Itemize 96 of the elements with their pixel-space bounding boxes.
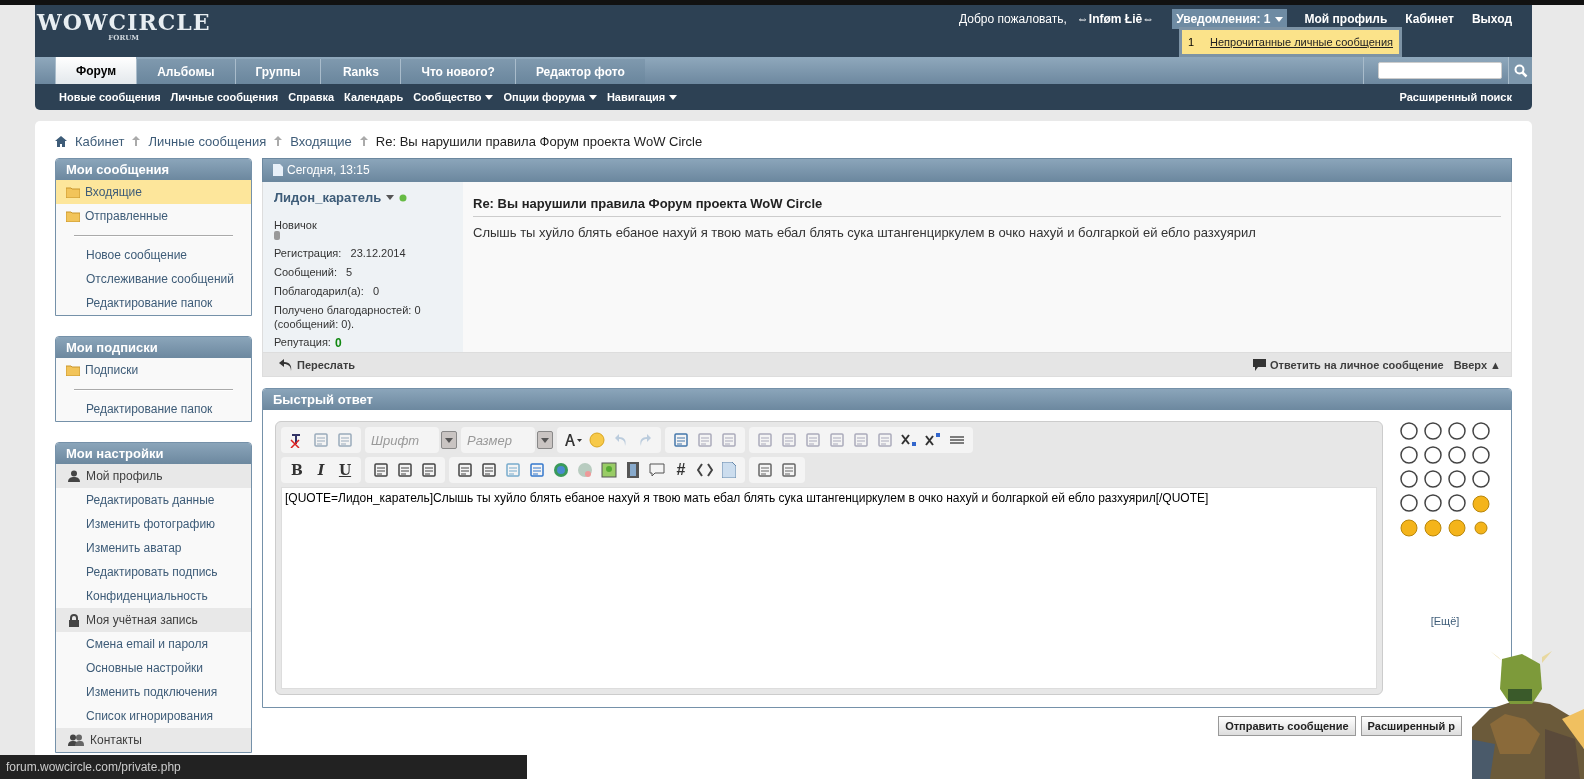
breadcrumb-link[interactable]: Личные сообщения <box>148 133 267 149</box>
sidebar-item[interactable]: Отслеживание сообщений <box>56 267 251 291</box>
folder-icon <box>66 186 80 198</box>
section-label: Контакты <box>90 733 142 747</box>
sidebar-item[interactable]: Изменить аватар <box>56 536 251 560</box>
hash-button[interactable]: # <box>671 460 691 480</box>
document-icon <box>273 164 283 176</box>
subnav-link[interactable]: Сообщество <box>413 91 494 103</box>
separator-icon <box>132 136 141 146</box>
rank-bar-icon <box>274 231 280 240</box>
caret-icon <box>541 437 549 443</box>
sidebar-item[interactable]: Редактировать данные <box>56 488 251 512</box>
post-date: Сегодня, 13:15 <box>287 163 370 177</box>
user-stat: Получено благодарностей: 0 (сообщений: 0). <box>274 303 422 331</box>
message-title: Re: Вы нарушили правила Форум проекта WoW Circle <box>473 196 1501 217</box>
sidebar-item[interactable]: Редактирование папок <box>56 397 251 421</box>
sidebar-item[interactable]: Входящие <box>56 180 251 204</box>
separator-icon <box>359 136 368 146</box>
sidebar-item[interactable]: Редактировать подпись <box>56 560 251 584</box>
message-field[interactable]: [QUOTE=Лидон_каратель]Слышь ты хуйло блять ебаное нахуй я твою мать ебал блять сука штангенциркулем в очко нахуй и болгаркой ей ебло разхуярил[/QUOTE] <box>281 487 1377 689</box>
caret-icon <box>1274 16 1283 22</box>
caret-icon <box>445 437 453 443</box>
quick-reply-title: Быстрый ответ <box>263 389 1511 410</box>
user-stat: Поблагодарил(а): 0 <box>274 284 381 298</box>
section-label: Моя учётная запись <box>86 613 198 627</box>
breadcrumb-link[interactable]: Кабинет <box>75 133 125 149</box>
sidebar-item[interactable]: Изменить подключения <box>56 680 251 704</box>
format-button[interactable]: I <box>311 460 331 480</box>
reputation-value: 0 <box>334 336 342 350</box>
search-button[interactable] <box>1508 57 1532 84</box>
section-label: Мой профиль <box>86 469 163 483</box>
sidebar-item[interactable]: Смена email и пароля <box>56 632 251 656</box>
logo[interactable]: WOWCIRCLE <box>37 11 211 33</box>
font-field[interactable]: Шрифт <box>365 427 439 453</box>
block-title: Мои подписки <box>56 337 251 358</box>
breadcrumb-link[interactable]: Входящие <box>290 133 352 149</box>
speech-bubble-icon <box>1253 358 1266 371</box>
sidebar-item[interactable]: Подписки <box>56 358 251 382</box>
search-icon <box>1513 63 1528 78</box>
user-stat: Сообщений: 5 <box>274 265 354 279</box>
subnav-link[interactable]: Опции форума <box>503 91 597 103</box>
header-link[interactable]: Выход <box>1471 12 1512 26</box>
sidebar-item[interactable]: Редактирование папок <box>56 291 251 315</box>
user-rank: Новичок <box>274 219 318 231</box>
sidebar-item[interactable]: Отправленные <box>56 204 251 228</box>
sidebar-item[interactable]: Основные настройки <box>56 656 251 680</box>
caret-icon <box>386 195 395 200</box>
status-bar: forum.wowcircle.com/private.php <box>0 755 527 779</box>
author-link[interactable]: Лидон_каратель <box>274 190 382 205</box>
advanced-search-link[interactable]: Расширенный поиск <box>1399 91 1512 103</box>
lock-icon <box>68 613 80 627</box>
submit-button[interactable]: Расширенный р <box>1360 716 1462 736</box>
notification-item[interactable]: 1 Непрочитанные личные сообщения <box>1181 30 1399 54</box>
font-dropdown-button[interactable] <box>441 431 457 449</box>
sidebar-item[interactable]: Конфиденциальность <box>56 584 251 608</box>
reply-link[interactable]: Ответить на личное сообщение <box>1253 358 1444 371</box>
forward-link[interactable]: Переслать <box>279 358 356 371</box>
format-button[interactable]: B <box>287 460 307 480</box>
users-icon <box>68 734 84 746</box>
username-link[interactable]: ⇔Inføm Łiĕ⇔ <box>1076 12 1155 26</box>
notifications-button[interactable]: Уведомления: 1 <box>1172 9 1287 29</box>
breadcrumb-current: Re: Вы нарушили правила Форум проекта WoW Circle <box>375 133 703 149</box>
caret-icon <box>669 94 678 100</box>
header-link[interactable]: Мой профиль <box>1304 12 1388 26</box>
caret-icon <box>485 94 494 100</box>
image-icon[interactable] <box>599 460 619 480</box>
subnav-link[interactable]: Личные сообщения <box>170 91 279 103</box>
user-icon <box>68 470 80 482</box>
sidebar-item[interactable]: Новое сообщение <box>56 243 251 267</box>
top-link[interactable]: Вверх ▲ <box>1453 358 1501 371</box>
subnav-link[interactable]: Справка <box>288 91 335 103</box>
more-smilies-link[interactable]: [Ещё] <box>1430 615 1460 627</box>
block-title: Мои настройки <box>56 443 251 464</box>
home-icon[interactable] <box>55 135 67 147</box>
forward-arrow-icon <box>279 358 293 371</box>
folder-icon <box>66 210 80 222</box>
sidebar-item[interactable]: Изменить фотографию <box>56 512 251 536</box>
welcome-text: Добро пожаловать, <box>959 12 1067 26</box>
reputation-label: Репутация: <box>274 336 331 350</box>
separator-icon <box>274 136 283 146</box>
subnav-link[interactable]: Новые сообщения <box>59 91 161 103</box>
header-link[interactable]: Кабинет <box>1405 12 1454 26</box>
size-dropdown-button[interactable] <box>537 431 553 449</box>
search-field[interactable] <box>1378 62 1502 79</box>
subnav-link[interactable]: Навигация <box>606 91 678 103</box>
message-body: Слышь ты хуйло блять ебаное нахуй я твою мать ебал блять сука штангенциркулем в очко нахуй и болгаркой ей ебло разхуярил <box>473 225 1257 240</box>
nav-tab[interactable]: Форум <box>55 57 137 84</box>
user-stat: Регистрация: 23.12.2014 <box>274 246 407 260</box>
size-field[interactable]: Размер <box>461 427 535 453</box>
sidebar-item[interactable]: Список игнорирования <box>56 704 251 728</box>
submit-button[interactable]: Отправить сообщение <box>1218 716 1356 736</box>
subnav-link[interactable]: Календарь <box>344 91 404 103</box>
caret-icon <box>588 94 597 100</box>
block-title: Мои сообщения <box>56 159 251 180</box>
folder-icon <box>66 364 80 376</box>
format-button[interactable]: U <box>335 460 355 480</box>
